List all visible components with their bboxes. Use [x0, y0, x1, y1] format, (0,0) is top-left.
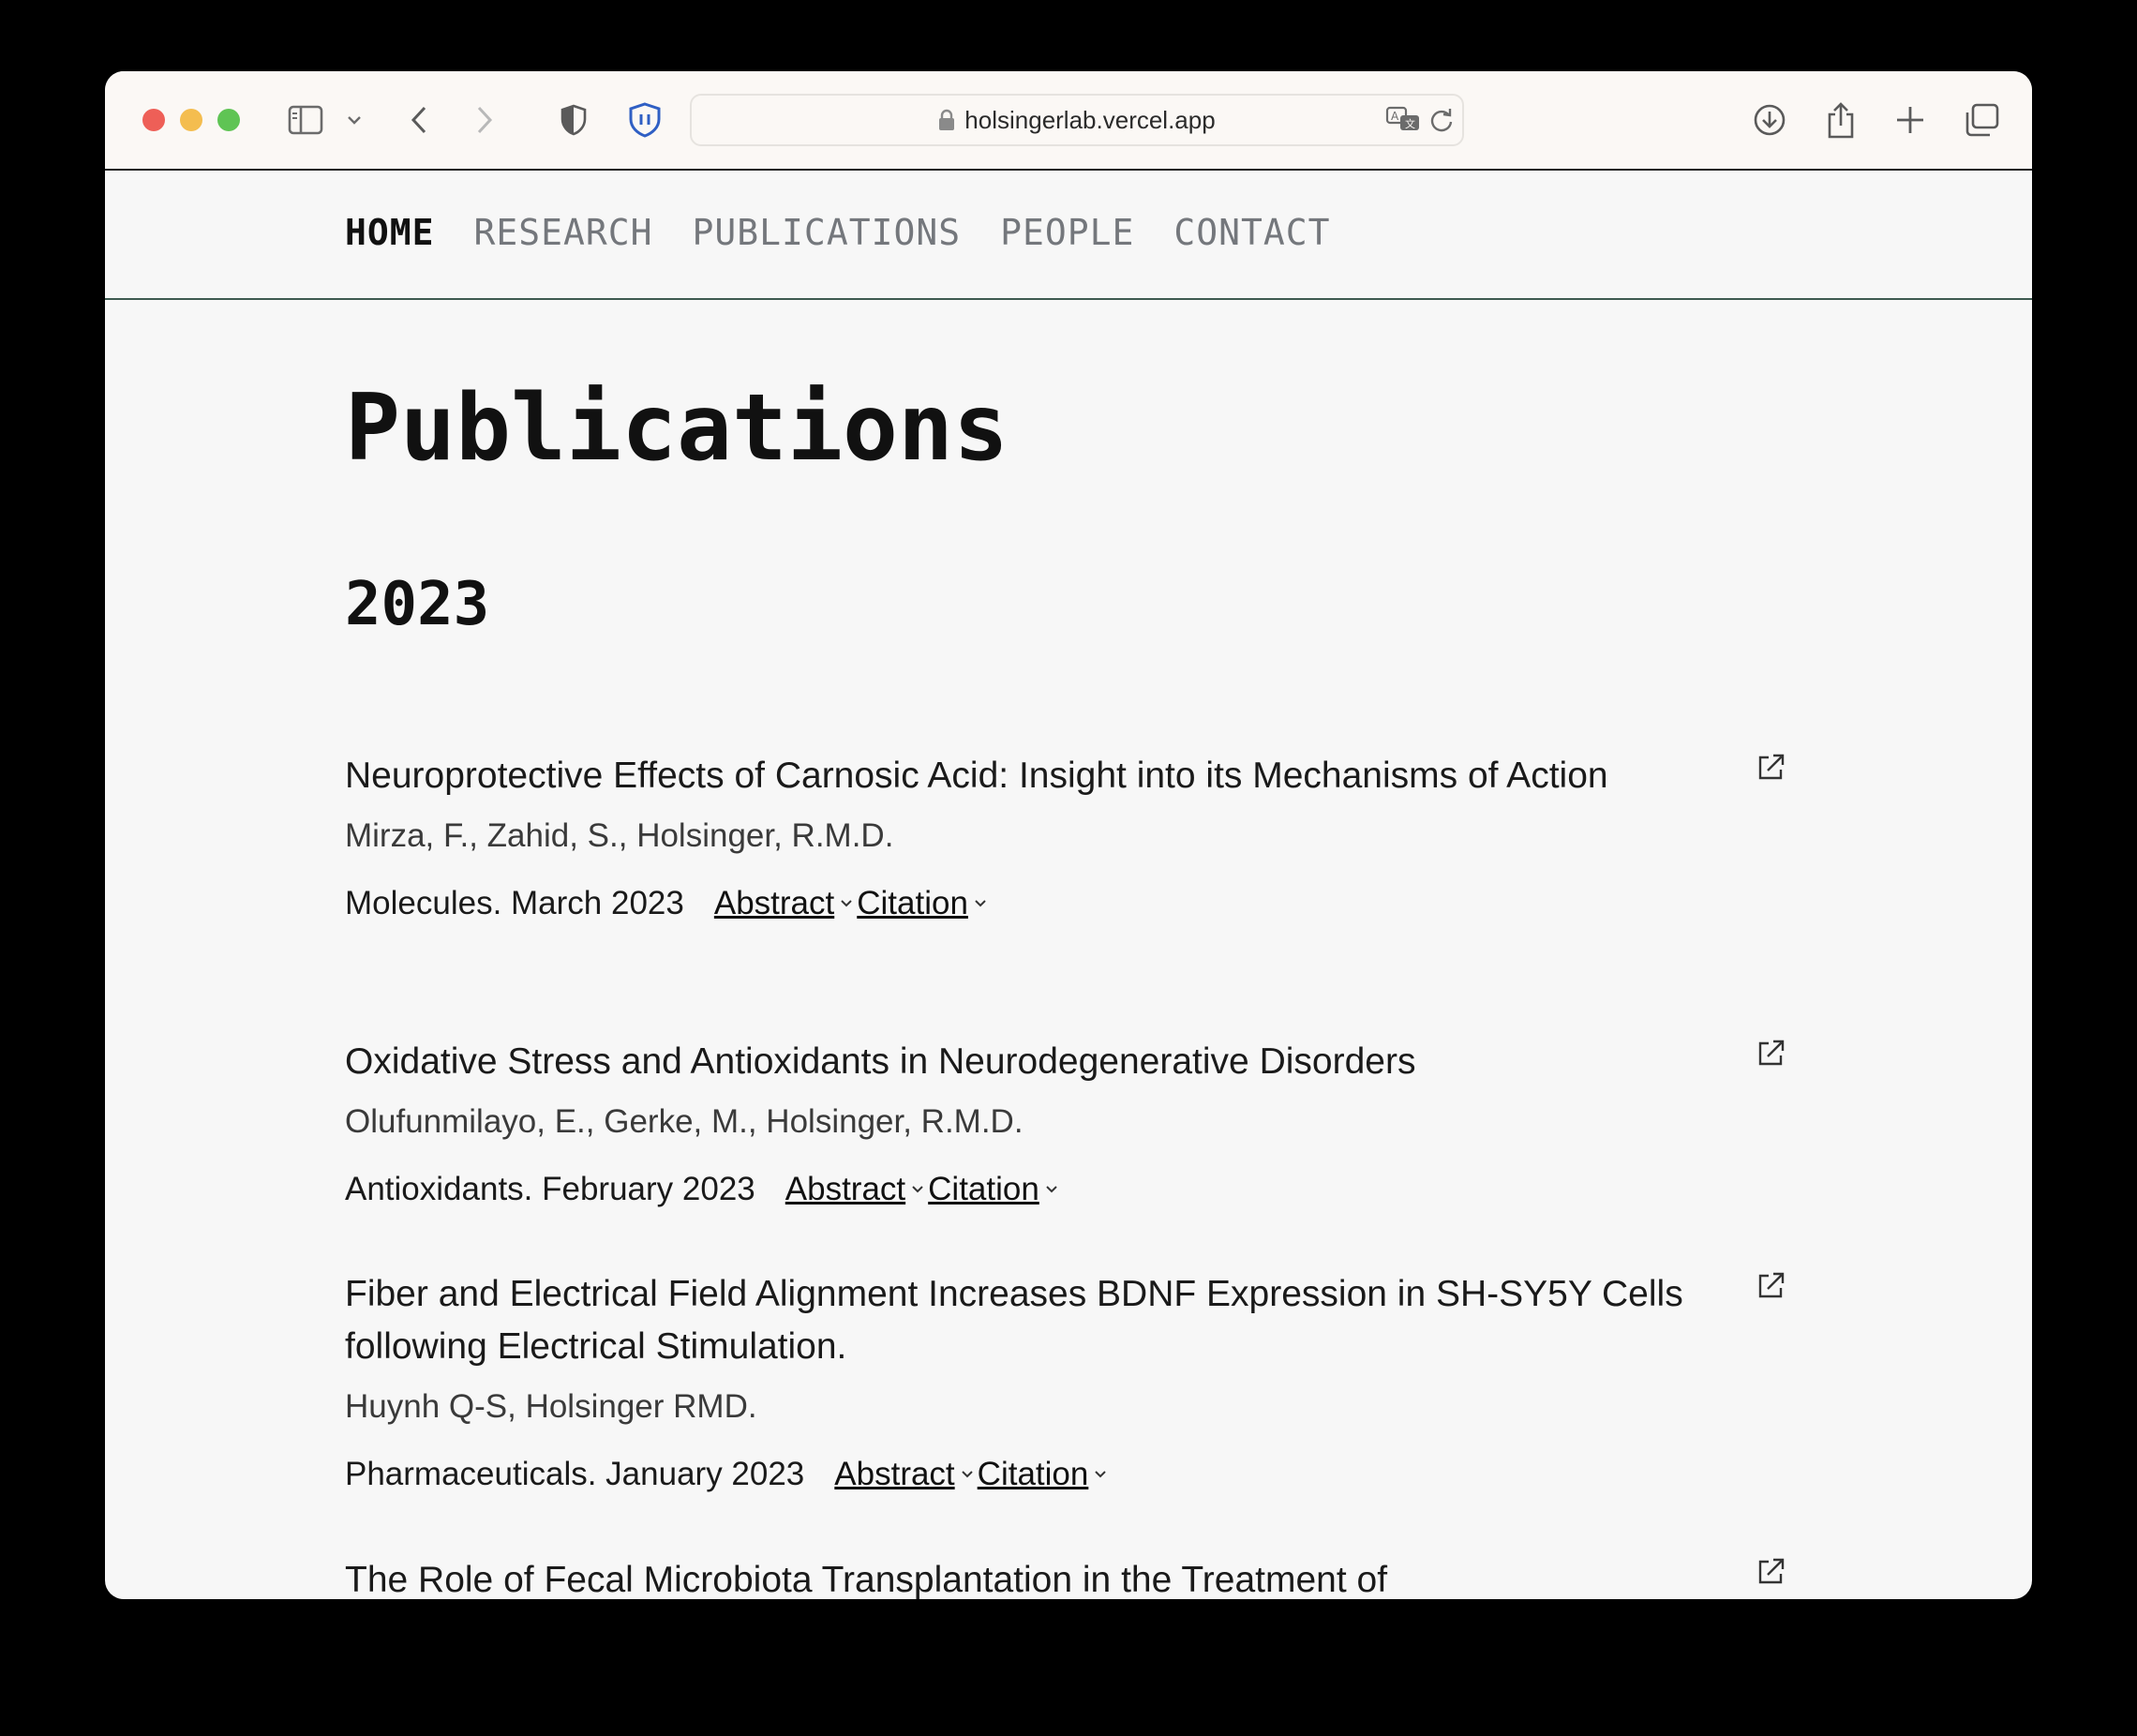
year-heading: 2023 [345, 570, 490, 639]
publication-title: Fiber and Electrical Field Alignment Inc… [345, 1274, 1683, 1367]
downloads-icon[interactable] [1751, 99, 1788, 141]
minimize-window-button[interactable] [180, 109, 202, 131]
external-link-icon[interactable] [1755, 1554, 1788, 1588]
address-bar[interactable]: holsingerlab.vercel.app A文 [690, 94, 1464, 146]
close-window-button[interactable] [142, 109, 165, 131]
publication-item: The Role of Fecal Microbiota Transplanta… [345, 1554, 1788, 1599]
abstract-toggle[interactable]: Abstract [834, 1456, 977, 1493]
address-bar-text: holsingerlab.vercel.app [692, 96, 1462, 144]
publication-authors: Huynh Q-S, Holsinger RMD. [345, 1388, 757, 1425]
svg-text:文: 文 [1405, 117, 1415, 130]
url-label: holsingerlab.vercel.app [964, 105, 1216, 134]
share-icon[interactable] [1822, 99, 1860, 141]
external-link-icon[interactable] [1755, 1036, 1788, 1070]
nav-link-home[interactable]: HOME [345, 212, 435, 253]
reload-icon[interactable] [1428, 107, 1455, 137]
site-navigation: HOME RESEARCH PUBLICATIONS PEOPLE CONTAC… [105, 171, 2032, 300]
external-link-icon[interactable] [1755, 750, 1788, 784]
zoom-window-button[interactable] [217, 109, 240, 131]
forward-icon[interactable] [471, 99, 499, 141]
chevron-down-icon [961, 1470, 974, 1479]
citation-label: Citation [857, 885, 968, 921]
chevron-down-icon [911, 1185, 924, 1194]
citation-toggle[interactable]: Citation [857, 885, 991, 922]
chevron-down-icon [840, 899, 853, 908]
abstract-label: Abstract [834, 1456, 955, 1492]
publication-title: Oxidative Stress and Antioxidants in Neu… [345, 1041, 1416, 1082]
publication-journal: Molecules. March 2023 [345, 885, 684, 921]
citation-label: Citation [928, 1171, 1039, 1207]
password-manager-icon[interactable] [626, 99, 664, 141]
citation-toggle[interactable]: Citation [978, 1456, 1112, 1493]
abstract-toggle[interactable]: Abstract [785, 1171, 928, 1208]
chevron-down-icon[interactable] [343, 99, 366, 141]
chevron-down-icon [974, 899, 987, 908]
tab-overview-icon[interactable] [1963, 99, 2000, 141]
lock-icon [938, 109, 955, 131]
publication-item: Neuroprotective Effects of Carnosic Acid… [345, 750, 1788, 922]
publication-authors: Mirza, F., Zahid, S., Holsinger, R.M.D. [345, 817, 894, 854]
abstract-toggle[interactable]: Abstract [714, 885, 857, 922]
page-title: Publications [345, 375, 1009, 482]
publication-journal: Pharmaceuticals. January 2023 [345, 1456, 805, 1492]
svg-text:A: A [1391, 110, 1399, 123]
nav-link-people[interactable]: PEOPLE [1000, 212, 1134, 253]
publication-title: Neuroprotective Effects of Carnosic Acid… [345, 756, 1608, 796]
citation-toggle[interactable]: Citation [928, 1171, 1062, 1208]
publication-item: Oxidative Stress and Antioxidants in Neu… [345, 1036, 1788, 1208]
publication-item: Fiber and Electrical Field Alignment Inc… [345, 1268, 1788, 1493]
privacy-shield-icon[interactable] [557, 99, 590, 141]
abstract-label: Abstract [785, 1171, 906, 1207]
chevron-down-icon [1045, 1185, 1058, 1194]
publication-title: The Role of Fecal Microbiota Transplanta… [345, 1560, 1388, 1599]
browser-window: holsingerlab.vercel.app A文 HOME RESEARCH… [105, 71, 2032, 1599]
nav-link-publications[interactable]: PUBLICATIONS [693, 212, 962, 253]
nav-link-research[interactable]: RESEARCH [474, 212, 653, 253]
new-tab-icon[interactable] [1891, 99, 1929, 141]
back-icon[interactable] [405, 99, 433, 141]
publication-authors: Olufunmilayo, E., Gerke, M., Holsinger, … [345, 1103, 1024, 1140]
external-link-icon[interactable] [1755, 1268, 1788, 1302]
browser-toolbar: holsingerlab.vercel.app A文 [105, 71, 2032, 171]
sidebar-icon[interactable] [285, 99, 326, 141]
abstract-label: Abstract [713, 885, 835, 921]
publication-journal: Antioxidants. February 2023 [345, 1171, 755, 1207]
chevron-down-icon [1094, 1470, 1107, 1479]
translate-icon[interactable]: A文 [1385, 105, 1421, 137]
nav-link-contact[interactable]: CONTACT [1173, 212, 1330, 253]
citation-label: Citation [977, 1456, 1089, 1492]
